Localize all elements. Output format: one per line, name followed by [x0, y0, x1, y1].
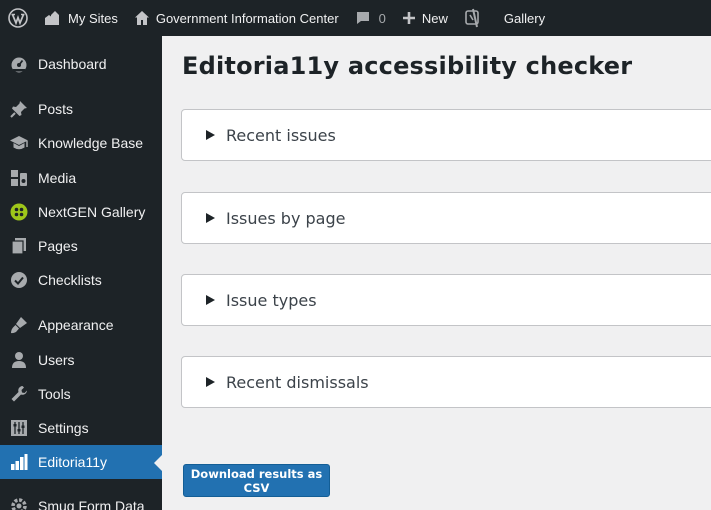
dashboard-icon	[0, 55, 38, 73]
sidebar-item-media[interactable]: Media	[0, 161, 162, 195]
sidebar-item-settings[interactable]: Settings	[0, 411, 162, 445]
sidebar-item-dashboard[interactable]: Dashboard	[0, 47, 162, 81]
expand-triangle-icon	[206, 213, 215, 223]
expand-triangle-icon	[206, 130, 215, 140]
sidebar-item-label: Dashboard	[38, 56, 107, 72]
sidebar-item-label: Knowledge Base	[38, 135, 144, 151]
graduation-cap-icon	[0, 135, 38, 151]
media-icon	[0, 169, 38, 187]
sidebar-item-label: Checklists	[38, 272, 102, 288]
pin-icon	[0, 100, 38, 118]
wordpress-logo-button[interactable]	[0, 0, 36, 36]
wordpress-icon	[8, 8, 28, 28]
admin-sidebar: Dashboard Posts Knowledge Base Media Nex…	[0, 36, 162, 510]
sidebar-item-tools[interactable]: Tools	[0, 377, 162, 411]
panel-recent-issues[interactable]: Recent issues	[181, 109, 711, 161]
sidebar-item-smug-form-data[interactable]: Smug Form Data	[0, 489, 162, 510]
plus-icon	[402, 11, 416, 25]
my-sites-label: My Sites	[68, 10, 118, 26]
panel-label: Issues by page	[226, 208, 346, 228]
sidebar-item-label: Appearance	[38, 317, 114, 333]
main-content: Editoria11y accessibility checker Recent…	[162, 36, 711, 510]
page-title: Editoria11y accessibility checker	[182, 52, 633, 80]
sidebar-item-label: Settings	[38, 420, 89, 436]
bar-chart-icon	[0, 453, 38, 471]
wrench-icon	[0, 385, 38, 403]
gallery-menu[interactable]: Gallery	[490, 0, 553, 36]
comments-menu[interactable]: 0	[347, 0, 394, 36]
gallery-label: Gallery	[503, 10, 546, 26]
expand-triangle-icon	[206, 377, 215, 387]
current-menu-arrow	[154, 455, 162, 471]
sidebar-item-label: Pages	[38, 238, 78, 254]
new-content-menu[interactable]: New	[394, 0, 456, 36]
admin-bar: My Sites Government Information Center 0…	[0, 0, 711, 36]
panel-label: Recent issues	[226, 125, 336, 145]
sidebar-item-editoria11y[interactable]: Editoria11y	[0, 445, 162, 479]
users-icon	[0, 351, 38, 369]
sidebar-item-label: Tools	[38, 386, 71, 402]
sidebar-item-pages[interactable]: Pages	[0, 229, 162, 263]
download-csv-button[interactable]: Download results as CSV	[183, 464, 330, 497]
site-name-label: Government Information Center	[155, 10, 339, 26]
panel-recent-dismissals[interactable]: Recent dismissals	[181, 356, 711, 408]
sidebar-item-checklists[interactable]: Checklists	[0, 263, 162, 297]
home-icon	[134, 10, 150, 26]
panel-issue-types[interactable]: Issue types	[181, 274, 711, 326]
new-label: New	[421, 10, 448, 26]
check-circle-icon	[0, 271, 38, 289]
yoast-menu[interactable]	[456, 0, 490, 36]
sidebar-item-nextgen-gallery[interactable]: NextGEN Gallery	[0, 195, 162, 229]
sidebar-item-label: Smug Form Data	[38, 498, 145, 510]
sidebar-item-posts[interactable]: Posts	[0, 92, 162, 126]
comment-icon	[355, 10, 371, 26]
brush-icon	[0, 316, 38, 334]
pages-icon	[0, 237, 38, 255]
sidebar-item-label: NextGEN Gallery	[38, 204, 146, 220]
my-sites-menu[interactable]: My Sites	[36, 0, 126, 36]
panel-issues-by-page[interactable]: Issues by page	[181, 192, 711, 244]
sidebar-item-users[interactable]: Users	[0, 343, 162, 377]
site-name-menu[interactable]: Government Information Center	[126, 0, 347, 36]
settings-sliders-icon	[0, 419, 38, 437]
sidebar-item-knowledge-base[interactable]: Knowledge Base	[0, 126, 162, 160]
panel-label: Recent dismissals	[226, 372, 369, 392]
my-sites-icon	[44, 10, 62, 26]
sidebar-item-label: Posts	[38, 101, 74, 117]
nextgen-icon	[0, 203, 38, 221]
sidebar-item-label: Editoria11y	[38, 454, 108, 470]
sidebar-item-label: Users	[38, 352, 75, 368]
panel-label: Issue types	[226, 290, 317, 310]
yoast-icon	[464, 8, 482, 28]
comments-count: 0	[378, 10, 386, 26]
expand-triangle-icon	[206, 295, 215, 305]
sidebar-item-appearance[interactable]: Appearance	[0, 308, 162, 342]
gear-icon	[0, 497, 38, 510]
sidebar-item-label: Media	[38, 170, 77, 186]
